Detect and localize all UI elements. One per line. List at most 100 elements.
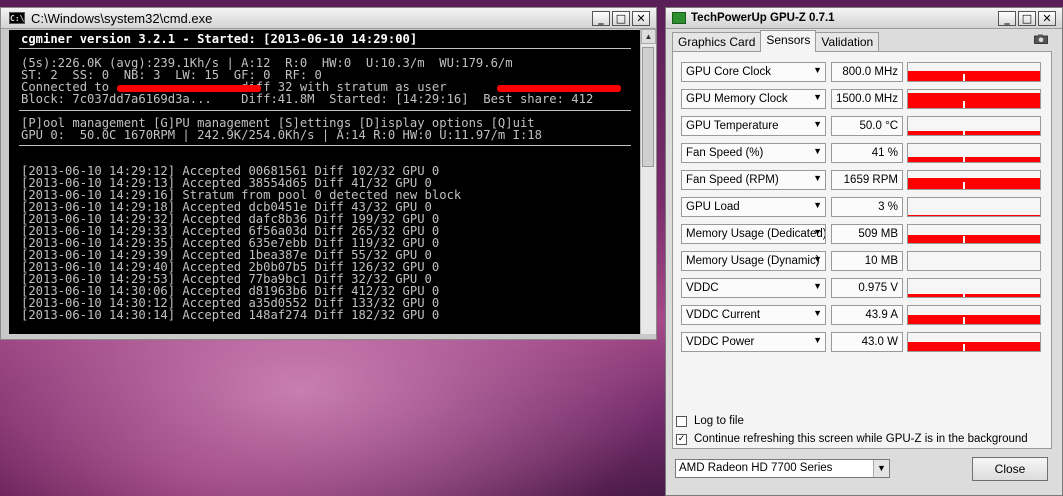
- chevron-down-icon[interactable]: ▼: [813, 335, 822, 345]
- sensor-graph-fill: [908, 92, 1040, 108]
- sensor-value: 50.0 °C: [831, 116, 903, 136]
- console-scrollbar[interactable]: ▲: [640, 29, 656, 334]
- console-log-line: [2013-06-10 14:30:14] Accepted 148af274 …: [21, 308, 440, 322]
- sensor-name-label: Fan Speed (RPM): [686, 174, 779, 186]
- sensor-graph-fill: [908, 315, 1040, 324]
- tab-sensors[interactable]: Sensors: [760, 30, 817, 52]
- log-to-file-checkbox[interactable]: [676, 415, 687, 427]
- chevron-down-icon[interactable]: ▼: [813, 173, 822, 183]
- console-gpu-line: GPU 0: 50.0C 1670RPM | 242.9K/254.0Kh/s …: [21, 128, 542, 142]
- gpu-select[interactable]: AMD Radeon HD 7700 Series ▼: [675, 459, 890, 478]
- log-to-file-option[interactable]: Log to file: [676, 415, 744, 427]
- sensor-graph-fill: [908, 294, 1040, 297]
- chevron-down-icon[interactable]: ▼: [813, 200, 822, 210]
- sensor-name-label: Memory Usage (Dynamic): [686, 255, 820, 267]
- close-button[interactable]: Close: [972, 457, 1048, 481]
- scrollbar-thumb[interactable]: [642, 47, 654, 167]
- sensor-value: 43.9 A: [831, 305, 903, 325]
- sensor-row: Memory Usage (Dynamic) ▼ 10 MB: [681, 251, 1049, 273]
- maximize-button[interactable]: □: [1018, 10, 1036, 26]
- sensor-name-label: VDDC: [686, 282, 719, 294]
- cmd-window-title: C:\Windows\system32\cmd.exe: [31, 10, 213, 26]
- cmd-titlebar[interactable]: C:\ C:\Windows\system32\cmd.exe _ □ ✕: [1, 8, 656, 29]
- sensor-row: VDDC Current ▼ 43.9 A: [681, 305, 1049, 327]
- continue-refresh-option[interactable]: ✓ Continue refreshing this screen while …: [676, 433, 1028, 445]
- sensor-graph-dip: [963, 289, 965, 297]
- sensor-name-label: GPU Load: [686, 201, 740, 213]
- sensor-graph-dip: [963, 154, 965, 162]
- sensor-graph: [907, 251, 1041, 271]
- chevron-down-icon[interactable]: ▼: [813, 146, 822, 156]
- chevron-down-icon[interactable]: ▼: [873, 460, 889, 477]
- chevron-down-icon[interactable]: ▼: [813, 65, 822, 75]
- maximize-button[interactable]: □: [612, 10, 630, 26]
- sensor-value: 509 MB: [831, 224, 903, 244]
- camera-icon[interactable]: [1034, 34, 1048, 44]
- chevron-down-icon[interactable]: ▼: [813, 281, 822, 291]
- minimize-button[interactable]: _: [592, 10, 610, 26]
- sensor-name-dropdown[interactable]: Fan Speed (%) ▼: [681, 143, 826, 163]
- sensor-name-dropdown[interactable]: VDDC ▼: [681, 278, 826, 298]
- console-output[interactable]: cgminer version 3.2.1 - Started: [2013-0…: [9, 30, 643, 334]
- sensor-row: VDDC Power ▼ 43.0 W: [681, 332, 1049, 354]
- sensor-row: GPU Load ▼ 3 %: [681, 197, 1049, 219]
- sensor-graph: [907, 143, 1041, 163]
- scroll-up-icon[interactable]: ▲: [641, 29, 656, 44]
- redaction-mark: [117, 85, 261, 92]
- sensor-name-dropdown[interactable]: Fan Speed (RPM) ▼: [681, 170, 826, 190]
- sensor-graph-fill: [908, 178, 1040, 189]
- sensor-graph: [907, 170, 1041, 190]
- sensor-graph: [907, 116, 1041, 136]
- minimize-button[interactable]: _: [998, 10, 1016, 26]
- sensors-panel: GPU Core Clock ▼ 800.0 MHz GPU Memory Clock…: [672, 51, 1052, 449]
- sensor-name-dropdown[interactable]: GPU Memory Clock ▼: [681, 89, 826, 109]
- sensor-value: 1500.0 MHz: [831, 89, 903, 109]
- log-to-file-label: Log to file: [694, 415, 744, 427]
- sensor-row: Memory Usage (Dedicated) ▼ 509 MB: [681, 224, 1049, 246]
- console-divider: [19, 48, 631, 49]
- close-window-button[interactable]: ✕: [632, 10, 650, 26]
- console-header-line: cgminer version 3.2.1 - Started: [2013-0…: [21, 32, 418, 46]
- sensor-graph-dip: [963, 343, 965, 351]
- continue-refresh-checkbox[interactable]: ✓: [676, 433, 687, 445]
- sensor-name-dropdown[interactable]: VDDC Power ▼: [681, 332, 826, 352]
- sensor-graph: [907, 332, 1041, 352]
- sensor-graph: [907, 224, 1041, 244]
- gpuz-app-icon: [672, 12, 686, 24]
- sensor-name-dropdown[interactable]: VDDC Current ▼: [681, 305, 826, 325]
- sensor-graph-fill: [908, 342, 1040, 351]
- sensor-value: 43.0 W: [831, 332, 903, 352]
- sensor-name-dropdown[interactable]: GPU Load ▼: [681, 197, 826, 217]
- sensor-name-label: VDDC Current: [686, 309, 761, 321]
- sensor-row: Fan Speed (%) ▼ 41 %: [681, 143, 1049, 165]
- sensor-name-dropdown[interactable]: Memory Usage (Dynamic) ▼: [681, 251, 826, 271]
- chevron-down-icon[interactable]: ▼: [813, 92, 822, 102]
- chevron-down-icon[interactable]: ▼: [813, 227, 822, 237]
- sensor-value: 41 %: [831, 143, 903, 163]
- sensor-graph-dip: [963, 73, 965, 81]
- sensor-graph-fill: [908, 234, 1040, 243]
- gpuz-titlebar[interactable]: TechPowerUp GPU-Z 0.7.1 _ □ ✕: [666, 8, 1062, 29]
- sensor-name-dropdown[interactable]: GPU Core Clock ▼: [681, 62, 826, 82]
- chevron-down-icon[interactable]: ▼: [813, 254, 822, 264]
- redaction-mark: [497, 85, 621, 92]
- sensor-row: Fan Speed (RPM) ▼ 1659 RPM: [681, 170, 1049, 192]
- sensor-name-dropdown[interactable]: Memory Usage (Dedicated) ▼: [681, 224, 826, 244]
- sensor-graph-dip: [963, 235, 965, 243]
- sensor-row: GPU Core Clock ▼ 800.0 MHz: [681, 62, 1049, 84]
- chevron-down-icon[interactable]: ▼: [813, 308, 822, 318]
- sensor-graph: [907, 305, 1041, 325]
- tab-validation[interactable]: Validation: [815, 32, 880, 52]
- chevron-down-icon[interactable]: ▼: [813, 119, 822, 129]
- continue-refresh-label: Continue refreshing this screen while GP…: [694, 433, 1028, 445]
- console-divider: [19, 145, 631, 146]
- tab-graphics-card[interactable]: Graphics Card: [672, 32, 762, 52]
- sensor-graph: [907, 89, 1041, 109]
- sensor-name-label: VDDC Power: [686, 336, 755, 348]
- sensor-graph-fill: [908, 156, 1040, 162]
- sensor-name-label: GPU Memory Clock: [686, 93, 788, 105]
- cmd-app-icon: C:\: [9, 12, 25, 24]
- close-window-button[interactable]: ✕: [1038, 10, 1056, 26]
- sensor-name-label: Memory Usage (Dedicated): [686, 228, 826, 240]
- sensor-name-dropdown[interactable]: GPU Temperature ▼: [681, 116, 826, 136]
